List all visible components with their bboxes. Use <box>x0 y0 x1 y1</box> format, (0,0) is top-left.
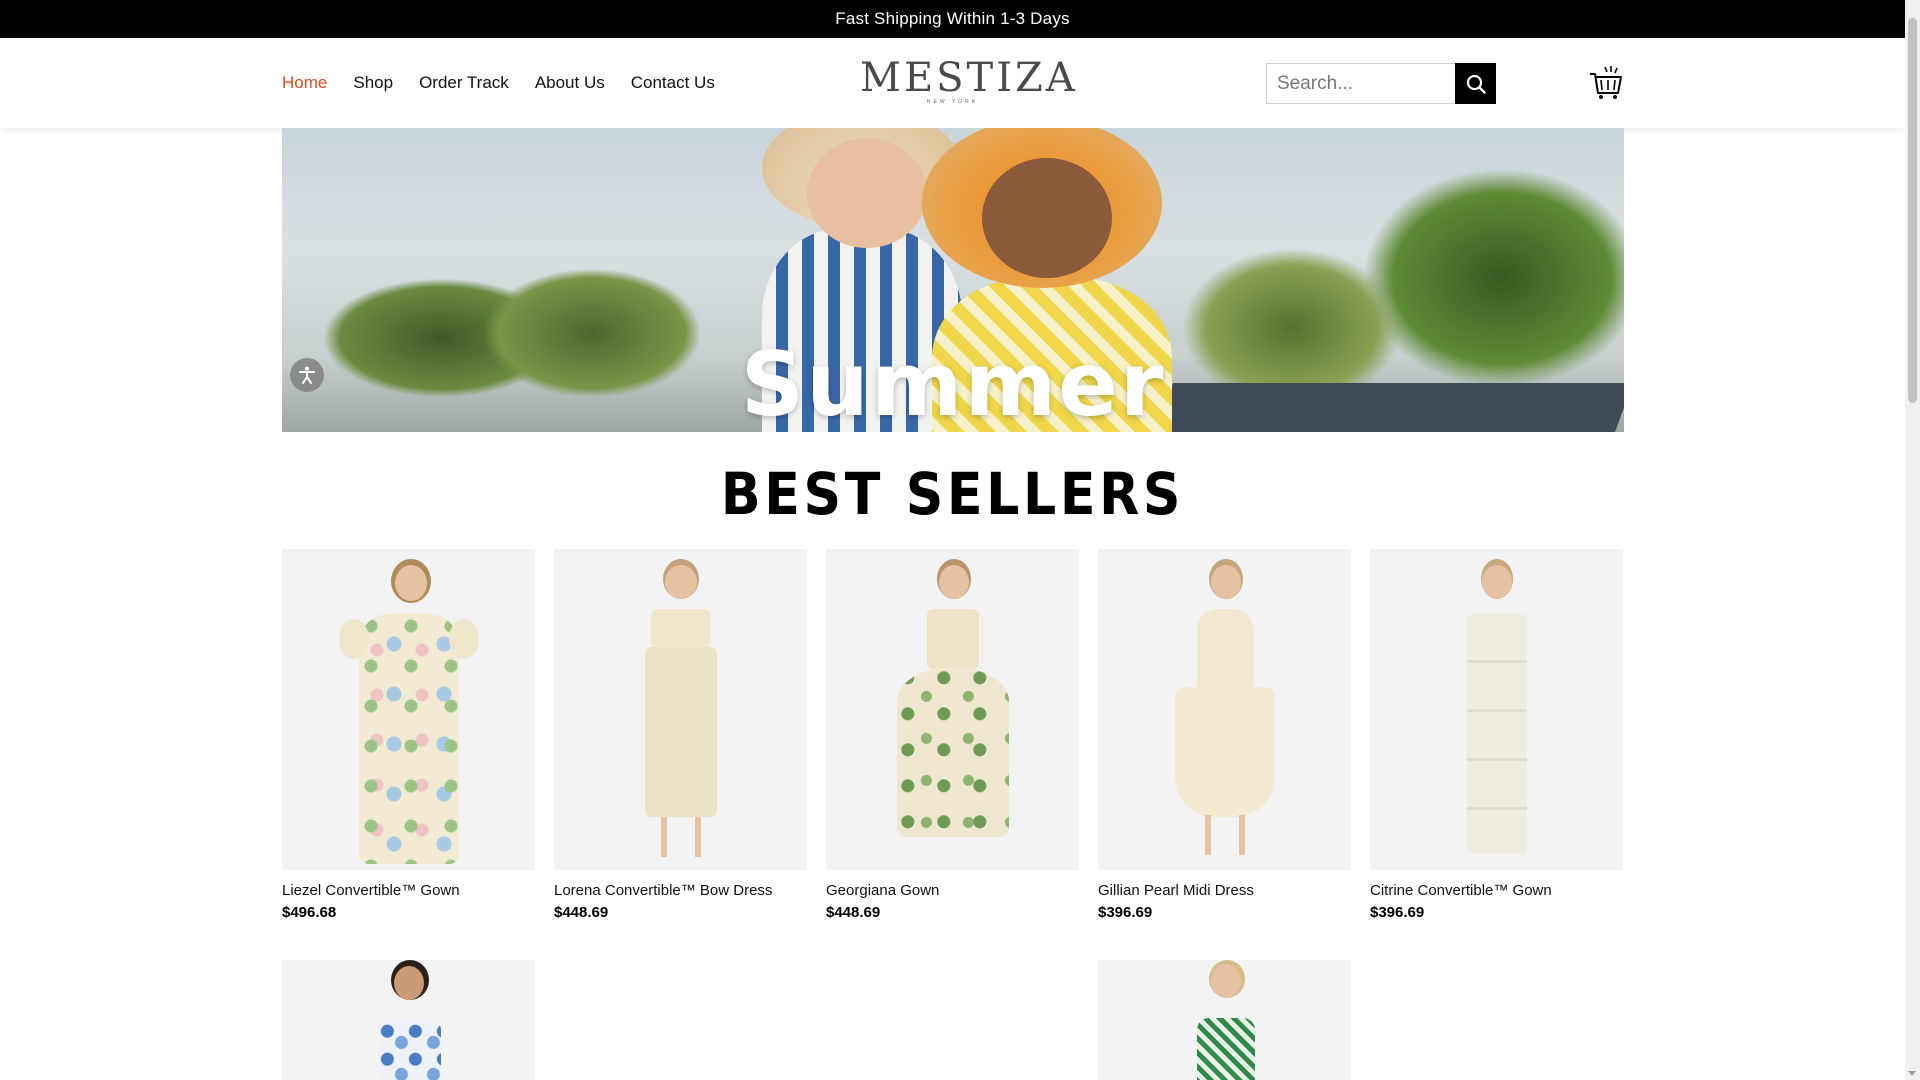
product-image[interactable] <box>282 960 535 1080</box>
product-card[interactable]: Georgiana Gown $448.69 <box>826 549 1079 921</box>
site-header: Home Shop Order Track About Us Contact U… <box>0 38 1905 128</box>
product-card[interactable]: Gillian Pearl Midi Dress $396.69 <box>1098 549 1351 921</box>
nav-contact-us[interactable]: Contact Us <box>631 73 715 93</box>
product-price: $496.68 <box>282 904 337 921</box>
hero-headline: Summer <box>740 333 1166 432</box>
product-card[interactable] <box>1098 960 1351 1080</box>
nav-order-track[interactable]: Order Track <box>419 73 509 93</box>
search-input[interactable] <box>1266 63 1455 104</box>
product-image[interactable] <box>1098 960 1351 1080</box>
product-image[interactable] <box>826 549 1079 870</box>
brand-name: MESTIZA <box>860 55 1078 101</box>
announcement-text: Fast Shipping Within 1-3 Days <box>835 9 1070 28</box>
product-image[interactable] <box>1370 549 1623 870</box>
product-name[interactable]: Liezel Convertible™ Gown <box>282 882 535 899</box>
page-scrollbar[interactable] <box>1905 0 1920 1080</box>
product-card[interactable] <box>282 960 535 1080</box>
nav-shop[interactable]: Shop <box>353 73 393 93</box>
product-price: $448.69 <box>554 904 609 921</box>
search-button[interactable] <box>1455 63 1496 104</box>
product-image[interactable] <box>1098 549 1351 870</box>
product-image[interactable] <box>554 549 807 870</box>
scroll-down-icon[interactable] <box>1908 1071 1916 1076</box>
announcement-bar: Fast Shipping Within 1-3 Days <box>0 0 1905 38</box>
product-card[interactable]: Liezel Convertible™ Gown $496.68 <box>282 549 535 921</box>
hero-banner[interactable]: Summer <box>282 128 1624 432</box>
search-icon <box>1466 74 1486 94</box>
product-card[interactable]: Lorena Convertible™ Bow Dress $448.69 <box>554 549 807 921</box>
product-price: $396.69 <box>1098 904 1153 921</box>
accessibility-icon <box>299 366 315 384</box>
product-name[interactable]: Lorena Convertible™ Bow Dress <box>554 882 807 899</box>
scrollbar-thumb[interactable] <box>1908 18 1917 403</box>
cart-icon <box>1590 66 1622 99</box>
cart-button[interactable] <box>1588 64 1624 100</box>
product-card[interactable]: Citrine Convertible™ Gown $396.69 <box>1370 549 1623 921</box>
product-image[interactable] <box>282 549 535 870</box>
accessibility-button[interactable] <box>290 358 324 392</box>
product-name[interactable]: Gillian Pearl Midi Dress <box>1098 882 1351 899</box>
main-nav: Home Shop Order Track About Us Contact U… <box>282 38 741 128</box>
best-sellers-title: BEST SELLERS <box>720 460 1185 528</box>
search-form <box>1266 63 1496 104</box>
nav-about-us[interactable]: About Us <box>535 73 605 93</box>
product-name[interactable]: Georgiana Gown <box>826 882 1079 899</box>
product-price: $396.69 <box>1370 904 1425 921</box>
brand-logo[interactable]: MESTIZA NEW YORK <box>860 55 1078 108</box>
product-price: $448.69 <box>826 904 881 921</box>
product-name[interactable]: Citrine Convertible™ Gown <box>1370 882 1623 899</box>
nav-home[interactable]: Home <box>282 73 327 93</box>
